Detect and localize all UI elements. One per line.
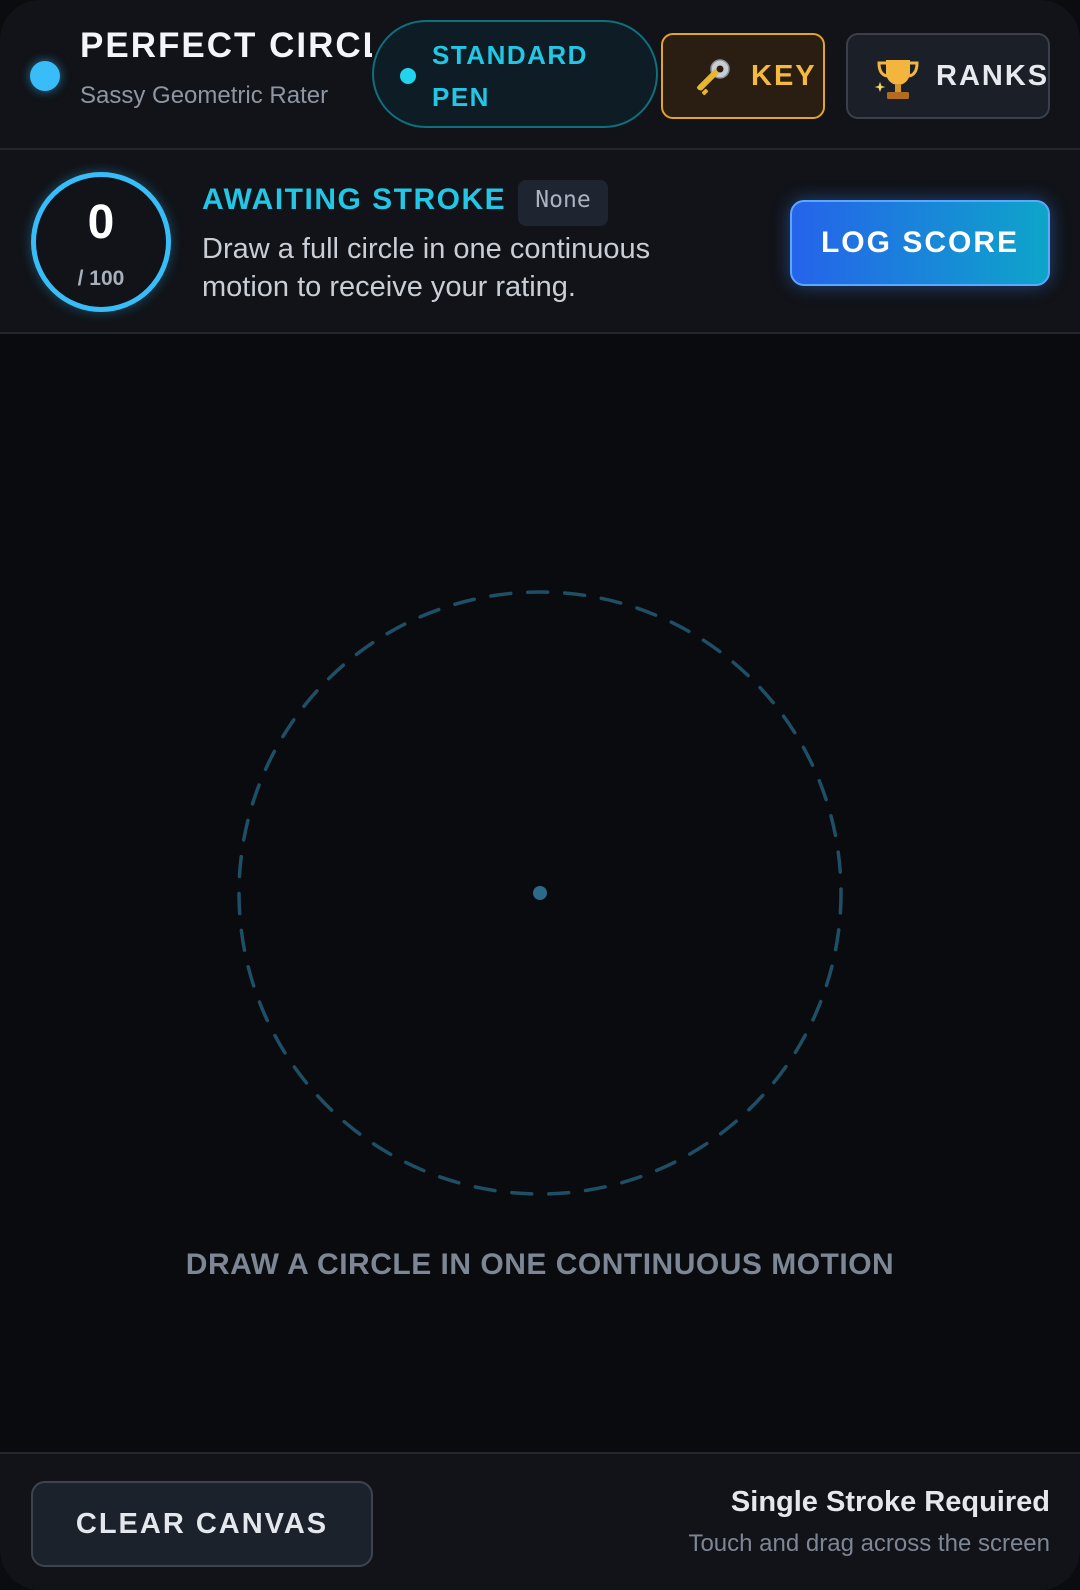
status-dot-icon [30, 61, 60, 91]
footer-title: Single Stroke Required [730, 1486, 1050, 1518]
footer-subtitle: Touch and drag across the screen [688, 1530, 1050, 1557]
grade-badge: None [518, 180, 608, 226]
key-label: KEY [751, 60, 817, 92]
key-icon [696, 59, 730, 96]
canvas-hint: DRAW A CIRCLE IN ONE CONTINUOUS MOTION [185, 1248, 895, 1281]
ranks-label: RANKS [936, 60, 1050, 92]
drawing-canvas[interactable]: DRAW A CIRCLE IN ONE CONTINUOUS MOTION [0, 334, 1080, 1452]
guide-overlay [237, 590, 843, 1196]
status-title: AWAITING STROKE [202, 183, 507, 216]
app-title: PERFECT CIRCLE [80, 26, 372, 65]
pen-dot-icon [400, 68, 416, 84]
app-subtitle: Sassy Geometric Rater [80, 82, 329, 109]
score-value: 0 [87, 196, 115, 249]
clear-canvas-button[interactable]: CLEAR CANVAS [31, 1481, 373, 1567]
score-ring: 0 / 100 [31, 172, 171, 312]
footer-bar: CLEAR CANVAS Single Stroke Required Touc… [0, 1452, 1080, 1590]
header-bar: PERFECT CIRCLE Sassy Geometric Rater STA… [0, 0, 1080, 150]
score-panel: 0 / 100 AWAITING STROKE None Draw a full… [0, 150, 1080, 334]
key-button[interactable]: KEY [661, 33, 825, 119]
ranks-button[interactable]: RANKS [846, 33, 1050, 119]
trophy-icon [874, 60, 919, 99]
pen-mode-button[interactable]: STANDARD PEN [372, 20, 658, 128]
status-description: Draw a full circle in one continuous mot… [202, 233, 651, 303]
game-app: PERFECT CIRCLE Sassy Geometric Rater STA… [0, 0, 1080, 1590]
pen-mode-label: STANDARD PEN [432, 40, 588, 112]
guide-center-dot [533, 886, 547, 900]
score-max: / 100 [77, 267, 125, 290]
log-score-button[interactable]: LOG SCORE [790, 200, 1050, 286]
